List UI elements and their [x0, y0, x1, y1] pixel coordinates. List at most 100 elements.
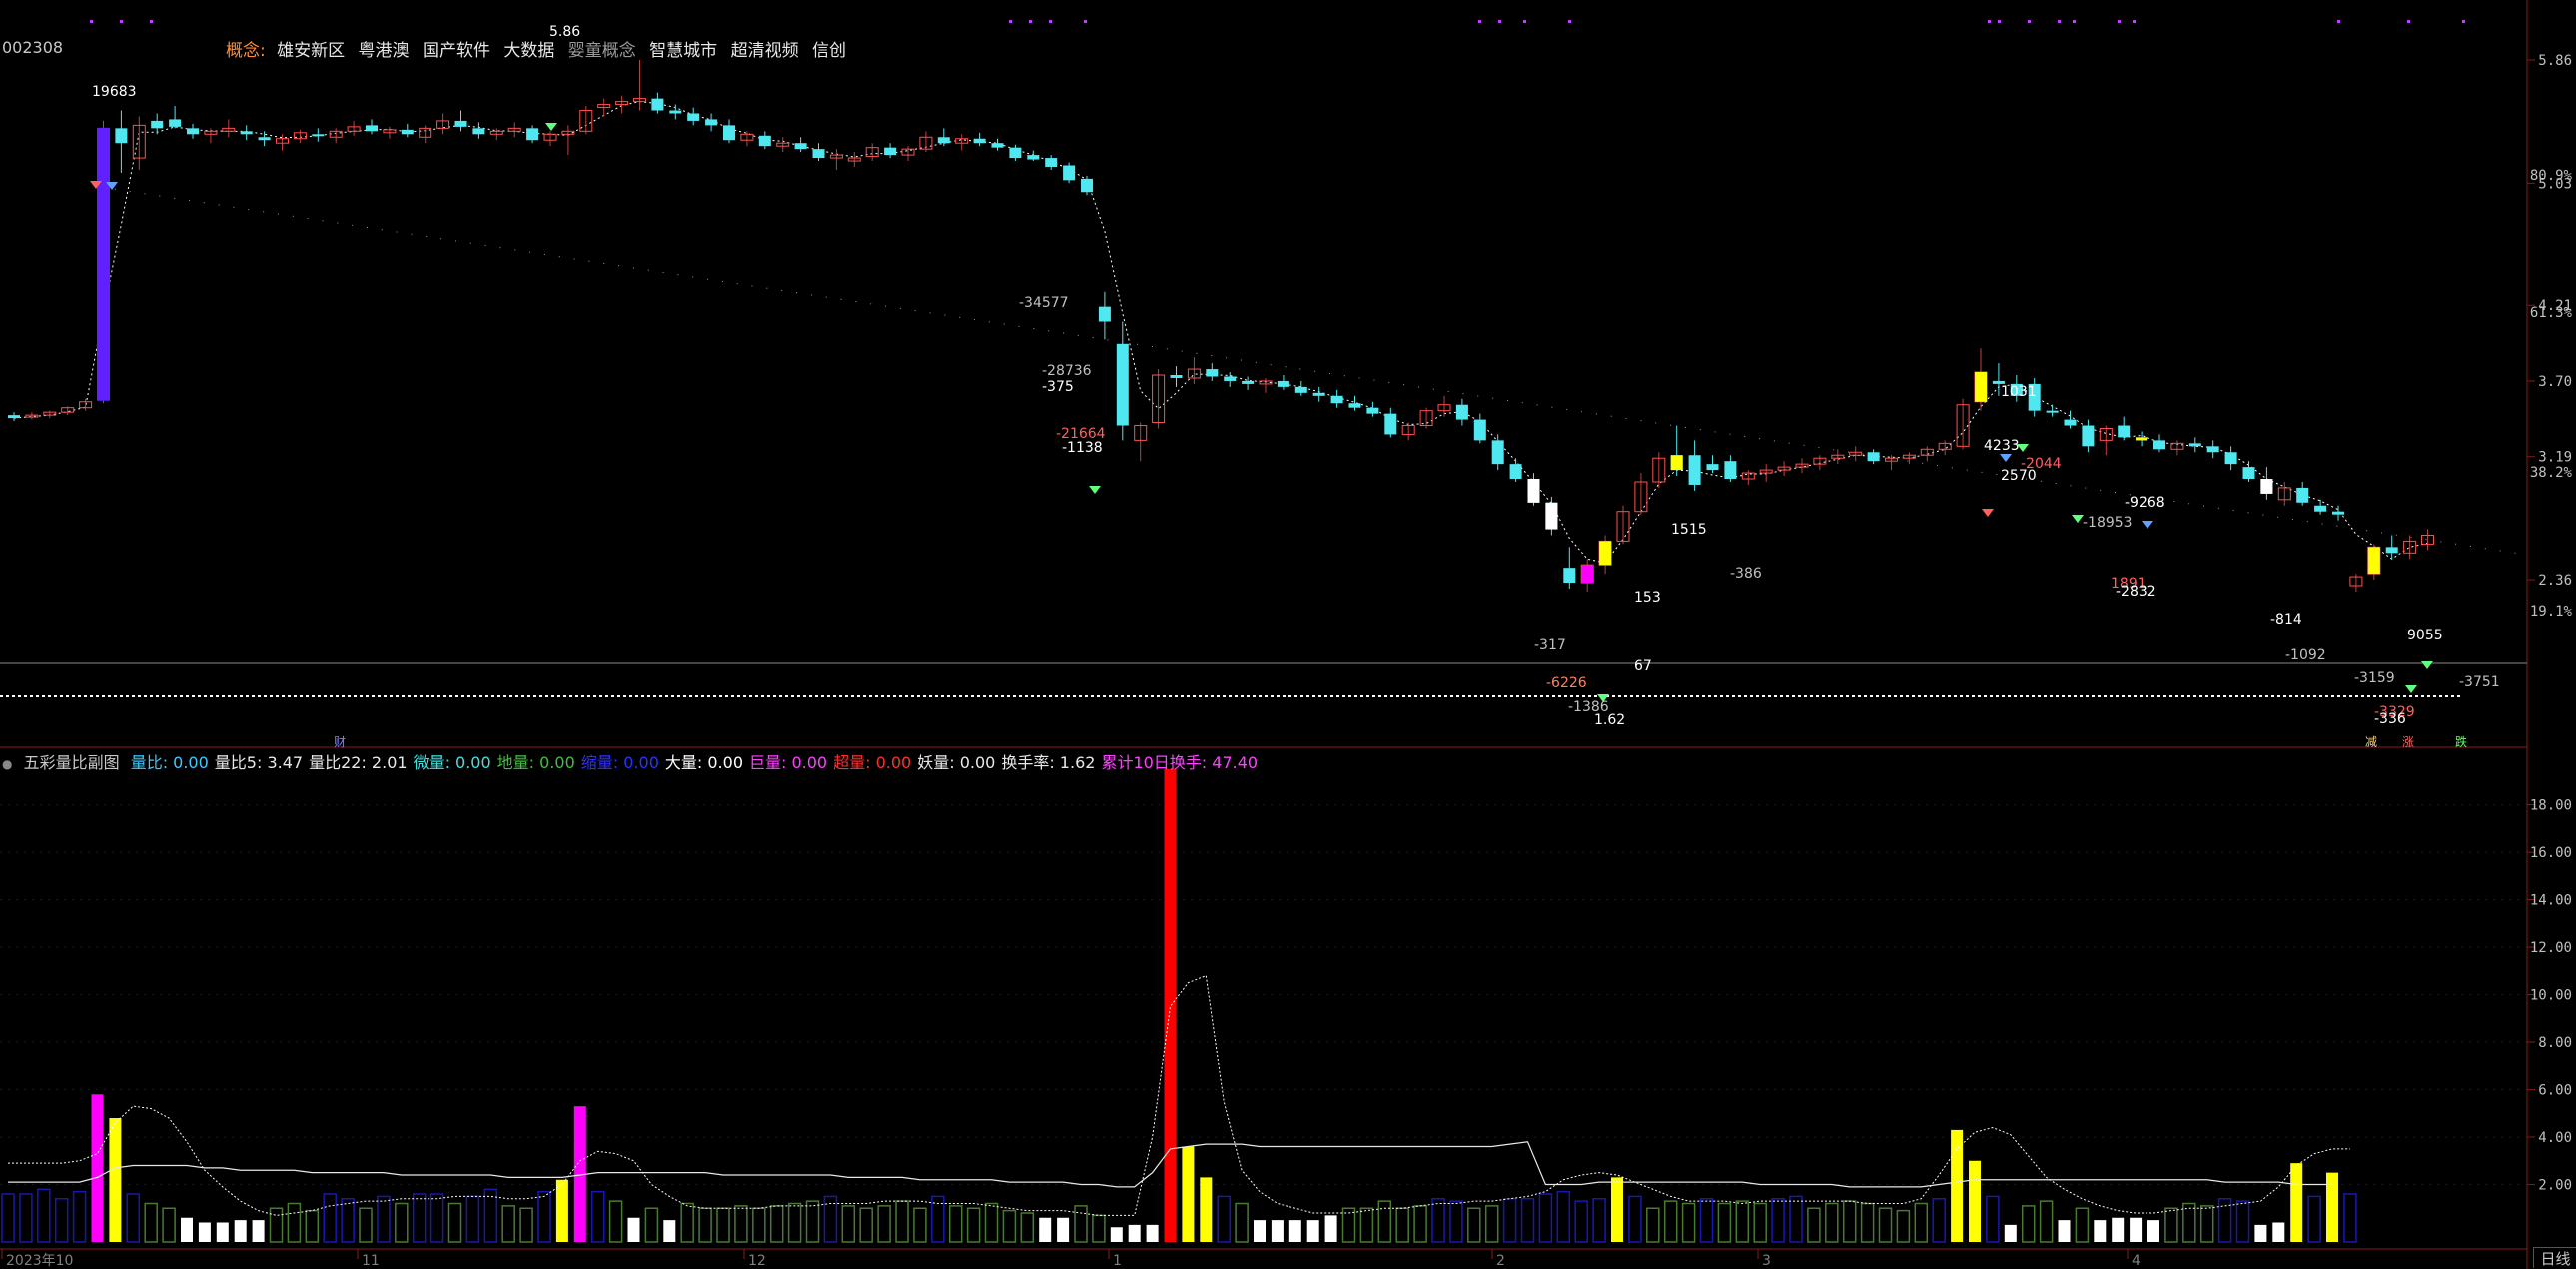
candle-body	[312, 134, 325, 137]
volume-bar	[966, 1207, 981, 1243]
volume-bar	[734, 1205, 748, 1243]
period-label[interactable]: 日线	[2533, 1247, 2576, 1268]
candle-body	[1242, 380, 1255, 384]
x-tick-label: 2	[1496, 1253, 1505, 1269]
concept-item[interactable]: 雄安新区	[277, 41, 345, 61]
indicator-header: ● 五彩量比副图 量比: 0.00 量比5: 3.47 量比22: 2.01 微量: …	[2, 749, 1270, 773]
volume-bar	[1520, 1198, 1535, 1243]
candle-body	[884, 147, 897, 156]
volume-bar	[1628, 1195, 1642, 1243]
candle-body	[687, 113, 700, 121]
concept-item[interactable]: 超清视频	[731, 41, 799, 61]
volume-bar	[1969, 1160, 1981, 1242]
volume-bar	[323, 1193, 337, 1243]
candle-body	[1116, 343, 1129, 426]
volume-bar	[2343, 1193, 2357, 1243]
volume-bar	[1753, 1202, 1767, 1243]
volume-bar	[1092, 1214, 1106, 1243]
volume-bar	[501, 1205, 515, 1243]
volume-bar	[1217, 1195, 1231, 1243]
price-tick-label: 3.70	[2538, 374, 2572, 390]
concept-item[interactable]: 粤港澳	[359, 41, 410, 61]
volume-bar	[590, 1190, 605, 1243]
event-marker: 涨	[2402, 734, 2414, 749]
volume-bar	[1807, 1207, 1821, 1243]
volume-tick-label: 10.00	[2530, 988, 2572, 1004]
x-tick-label: 2023年10	[6, 1253, 73, 1269]
volume-bar	[1164, 769, 1177, 1242]
concept-item[interactable]: 大数据	[503, 41, 554, 61]
volume-bar	[126, 1193, 141, 1243]
volume-tick-label: 14.00	[2530, 893, 2572, 909]
volume-bar	[1789, 1195, 1803, 1243]
marker-dot	[2073, 20, 2076, 23]
volume-bar	[377, 1195, 391, 1243]
volume-bar	[2004, 1224, 2017, 1242]
candle-body	[1312, 392, 1325, 396]
volume-tick-label: 2.00	[2538, 1178, 2572, 1194]
volume-bar	[698, 1207, 712, 1243]
volume-bar	[2272, 1222, 2285, 1242]
volume-bar	[1306, 1220, 1319, 1242]
concept-label: 概念:	[226, 41, 266, 61]
candle-body	[758, 135, 771, 147]
concept-item[interactable]: 信创	[812, 41, 846, 61]
volume-bar	[181, 1217, 193, 1242]
indicator-field: 量比22: 2.01	[309, 753, 408, 772]
volume-bar	[859, 1207, 873, 1243]
volume-bar	[1467, 1207, 1481, 1243]
volume-bar	[680, 1202, 694, 1243]
candle-body	[2224, 452, 2237, 465]
concept-item[interactable]: 国产软件	[423, 41, 490, 61]
candle-body	[1170, 375, 1183, 378]
volume-bar	[234, 1220, 247, 1242]
volume-bar	[2058, 1220, 2071, 1242]
volume-bar	[1254, 1220, 1266, 1242]
candle-body	[2385, 547, 2398, 554]
candle-body	[1294, 386, 1307, 393]
x-tick-label: 4	[2132, 1253, 2141, 1269]
volume-bar	[465, 1195, 480, 1243]
marker-dot	[2028, 20, 2031, 23]
candle-body	[2118, 425, 2131, 438]
marker-dot	[1009, 20, 1012, 23]
value-annotation: -1092	[2285, 647, 2326, 663]
volume-bar	[1538, 1193, 1553, 1243]
indicator-field: 大量: 0.00	[664, 753, 743, 772]
marker-dot	[2058, 20, 2061, 23]
indicator-field: 微量: 0.00	[413, 753, 491, 772]
volume-bar	[2235, 1200, 2250, 1243]
marker-dot	[2337, 20, 2340, 23]
concept-item[interactable]: 婴童概念	[568, 41, 636, 61]
volume-bar	[198, 1222, 211, 1242]
volume-bar	[1431, 1198, 1445, 1243]
volume-bar	[627, 1217, 640, 1242]
candle-body	[8, 415, 20, 419]
volume-bar	[1611, 1177, 1623, 1242]
stock-chart[interactable]: 5.865.034.213.703.192.3680.9%61.3%38.2%1…	[0, 0, 2576, 1269]
candle-highlight	[1527, 479, 1540, 503]
indicator-field: 量比5: 3.47	[214, 753, 304, 772]
volume-bar	[1951, 1129, 1964, 1242]
volume-tick-label: 18.00	[2530, 798, 2572, 814]
volume-bar	[144, 1202, 158, 1243]
marker-dot	[1049, 20, 1052, 23]
circle-icon[interactable]: ●	[2, 757, 12, 771]
candle-highlight	[1975, 372, 1987, 402]
volume-bar	[2326, 1172, 2338, 1242]
volume-bar	[1324, 1215, 1337, 1242]
candle-highlight	[1545, 502, 1558, 530]
candle-body	[526, 128, 539, 141]
value-annotation: -3751	[2459, 674, 2500, 690]
diamond-icon	[545, 123, 557, 131]
volume-bar	[1484, 1205, 1499, 1243]
volume-bar	[1878, 1207, 1893, 1243]
indicator-field: 累计10日换手: 47.40	[1101, 753, 1259, 772]
pct-tick-label: 61.3%	[2530, 305, 2573, 321]
candle-body	[1455, 404, 1468, 420]
candle-body	[1098, 306, 1111, 322]
marker-dot	[2462, 20, 2465, 23]
concept-item[interactable]: 智慧城市	[649, 41, 717, 61]
volume-bar	[1502, 1198, 1517, 1243]
indicator-name[interactable]: 五彩量比副图	[24, 753, 120, 772]
